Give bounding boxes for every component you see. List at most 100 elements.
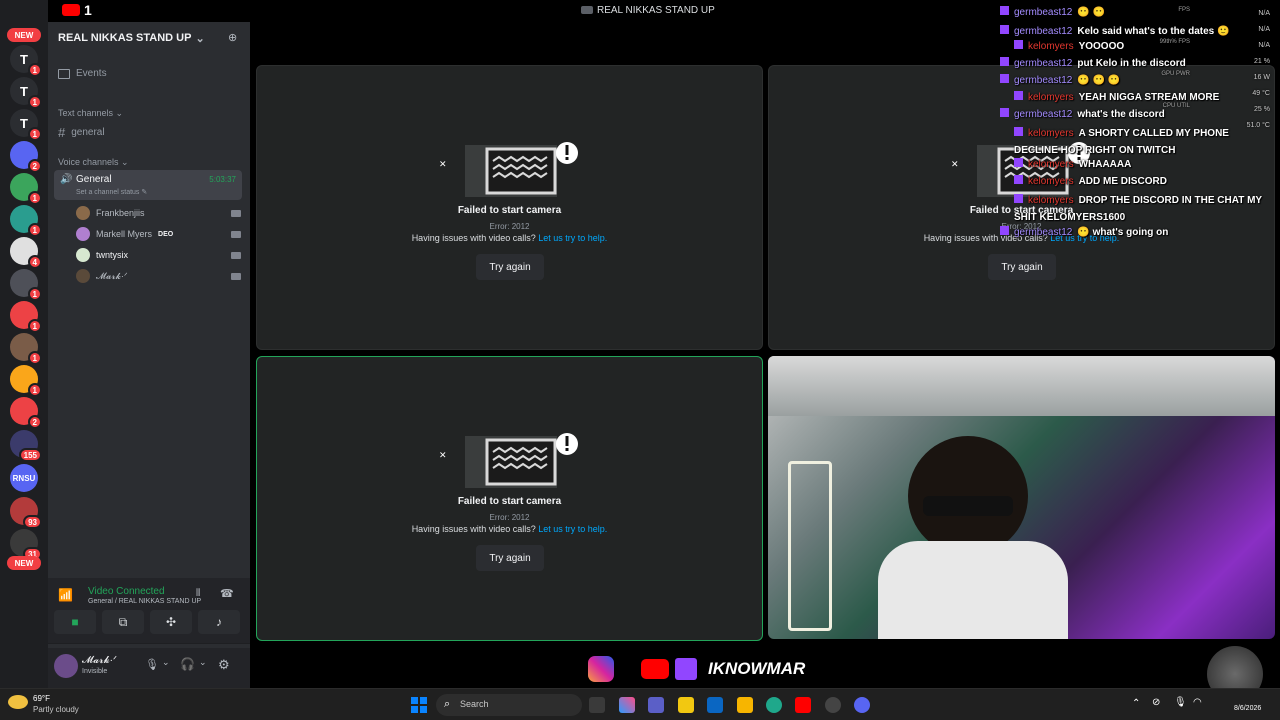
- server-icon[interactable]: 1: [10, 269, 42, 301]
- svg-text:✕: ✕: [439, 450, 447, 460]
- chat-message: germbeast12 😶 😶 😶: [1000, 74, 1120, 86]
- search-box[interactable]: ⌕ Search: [436, 694, 582, 716]
- window-title: REAL NIKKAS STAND UP: [597, 5, 715, 16]
- chevron-down-icon[interactable]: ⌄: [199, 657, 207, 668]
- camera-help-text: Having issues with video calls? Let us t…: [257, 524, 762, 534]
- server-initials: RNSU: [12, 473, 36, 483]
- avatar[interactable]: [54, 654, 78, 678]
- server-icon[interactable]: 1: [10, 301, 42, 333]
- events-label: Events: [76, 68, 107, 79]
- discord-icon[interactable]: [854, 697, 870, 713]
- chat-username: kelomyers: [1028, 92, 1074, 103]
- channel-general-text[interactable]: # general: [58, 125, 105, 140]
- server-icon[interactable]: T1: [10, 109, 42, 141]
- voice-user[interactable]: 𝓜𝓪𝓻𝓴·ᐟ: [76, 269, 241, 283]
- voice-connection-panel: 📶 Video Connected General / REAL NIKKAS …: [48, 578, 250, 644]
- server-icon[interactable]: 1: [10, 205, 42, 237]
- disconnect-icon[interactable]: ☎: [220, 587, 234, 600]
- camera-error-tile[interactable]: ✕ Failed to start camera Error: 2012 Having…: [256, 356, 763, 641]
- teams-icon[interactable]: [648, 697, 664, 713]
- copilot-icon[interactable]: [619, 697, 635, 713]
- taskbar-date: 8/6/2026: [1234, 705, 1262, 712]
- chevron-up-icon[interactable]: ⌃: [1132, 698, 1140, 709]
- voice-user[interactable]: Frankbenjiis: [76, 206, 241, 220]
- camera-error-tile[interactable]: ✕ Failed to start camera Error: 2012 Having…: [256, 65, 763, 350]
- soundboard-button[interactable]: ♪: [198, 610, 240, 634]
- voice-user-name: 𝓜𝓪𝓻𝓴·ᐟ: [96, 270, 128, 281]
- voice-category[interactable]: Voice channels ⌄: [58, 157, 129, 168]
- webcam-tile[interactable]: [768, 356, 1275, 639]
- chat-message: germbeast12 😶 😶: [1000, 6, 1105, 18]
- server-icon[interactable]: RNSU: [10, 464, 38, 492]
- server-icon[interactable]: 2: [10, 141, 42, 173]
- chat-message: germbeast12 put Kelo in the discord: [1000, 57, 1186, 69]
- events-item[interactable]: Events: [58, 68, 107, 79]
- mic-tray-icon[interactable]: 🎙: [1174, 697, 1187, 708]
- signal-icon[interactable]: 📶: [58, 588, 73, 602]
- twitch-icon: [1000, 25, 1009, 34]
- video-camera-icon: [231, 230, 241, 238]
- server-icon[interactable]: 155: [10, 430, 42, 462]
- server-icon[interactable]: 31: [10, 529, 42, 561]
- microphone-icon[interactable]: 🎙: [145, 658, 159, 671]
- voice-category-label: Voice channels: [58, 157, 119, 167]
- server-icon[interactable]: 1: [10, 333, 42, 365]
- activities-button[interactable]: ✣: [150, 610, 192, 634]
- perf-value: N/A: [1258, 10, 1270, 17]
- twitch-icon: [1000, 57, 1009, 66]
- noise-suppression-icon[interactable]: ⫴: [196, 588, 200, 599]
- video-camera-icon: [231, 251, 241, 259]
- edge-icon[interactable]: [766, 697, 782, 713]
- voice-user-name: Frankbenjiis: [96, 208, 145, 218]
- server-header[interactable]: REAL NIKKAS STAND UP ⌄: [48, 22, 250, 54]
- file-explorer-icon[interactable]: [678, 697, 694, 713]
- headphones-icon[interactable]: 🎧: [180, 657, 195, 671]
- help-link[interactable]: Let us try to help.: [538, 524, 607, 534]
- search-placeholder: Search: [460, 699, 489, 709]
- voice-user[interactable]: twntysix: [76, 248, 241, 262]
- voice-channel-general[interactable]: 🔊 General 5:03:37 Set a channel status ✎: [54, 170, 242, 200]
- youtube-app-icon[interactable]: [795, 697, 811, 713]
- network-icon[interactable]: ⊘: [1152, 697, 1160, 708]
- chat-text: YOOOOO: [1078, 41, 1125, 52]
- server-icon[interactable]: T1: [10, 45, 42, 77]
- wifi-icon[interactable]: ◠: [1193, 697, 1202, 708]
- text-category-label: Text channels: [58, 108, 114, 118]
- try-again-button[interactable]: Try again: [476, 254, 544, 280]
- mention-badge: 1: [27, 63, 42, 77]
- weather-icon[interactable]: [8, 695, 28, 709]
- server-icon[interactable]: 1: [10, 173, 42, 205]
- mirror-light: [788, 461, 832, 631]
- server-icon[interactable]: T1: [10, 77, 42, 109]
- task-view-icon[interactable]: [589, 697, 605, 713]
- camera-button[interactable]: ■: [54, 610, 96, 634]
- gear-icon[interactable]: ⚙: [218, 657, 230, 673]
- screen-share-button[interactable]: ⧉: [102, 610, 144, 634]
- chat-text: 😶 😶: [1077, 7, 1106, 18]
- channel-status-prompt[interactable]: Set a channel status ✎: [76, 188, 147, 196]
- server-icon[interactable]: 93: [10, 497, 42, 529]
- text-category[interactable]: Text channels ⌄: [58, 108, 123, 119]
- server-icon[interactable]: 2: [10, 397, 42, 429]
- youtube-count: 1: [84, 2, 92, 18]
- mention-badge: 4: [27, 255, 42, 269]
- add-member-icon[interactable]: ⊕: [228, 31, 240, 44]
- server-icon[interactable]: 1: [10, 365, 42, 397]
- screen-share-icon: ⧉: [118, 614, 128, 629]
- new-servers-pill[interactable]: NEW: [7, 28, 41, 42]
- avatar: [76, 227, 90, 241]
- help-link[interactable]: Let us try to help.: [538, 233, 607, 243]
- windows-start-icon[interactable]: [411, 697, 427, 713]
- server-icon[interactable]: 4: [10, 237, 42, 269]
- chat-username: germbeast12: [1014, 227, 1073, 238]
- instagram-icon: [588, 656, 614, 682]
- obs-icon[interactable]: [825, 697, 841, 713]
- folder-icon[interactable]: [737, 697, 753, 713]
- try-again-button[interactable]: Try again: [476, 545, 544, 571]
- store-icon[interactable]: [707, 697, 723, 713]
- new-servers-pill[interactable]: NEW: [7, 556, 41, 570]
- voice-user[interactable]: Markell Myers DEO: [76, 227, 241, 241]
- chat-message: kelomyers DROP THE DISCORD IN THE CHAT MY…: [1014, 192, 1262, 226]
- chevron-down-icon[interactable]: ⌄: [162, 657, 170, 668]
- try-again-button[interactable]: Try again: [988, 254, 1056, 280]
